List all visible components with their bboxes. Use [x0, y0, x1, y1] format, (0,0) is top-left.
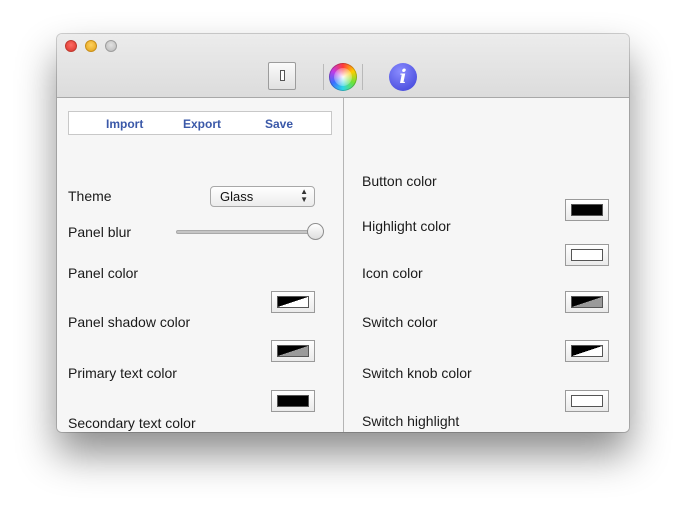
slider-track — [176, 230, 316, 234]
color-wheel-tab[interactable] — [323, 62, 363, 92]
toolbar-separator — [362, 64, 363, 90]
secondary-text-color-label: Secondary text color — [68, 415, 196, 431]
highlight-color-label: Highlight color — [362, 218, 451, 234]
switch-highlight-label: Switch highlight — [362, 413, 460, 429]
color-wheel-icon — [329, 63, 357, 91]
swatch-fill — [571, 345, 603, 357]
swatch-fill — [571, 204, 603, 216]
switch-knob-color-label: Switch knob color — [362, 365, 472, 381]
swatch-fill — [277, 296, 309, 308]
highlight-color-swatch[interactable] — [565, 244, 609, 266]
zoom-button[interactable] — [105, 40, 117, 52]
icon-color-swatch[interactable] — [565, 291, 609, 313]
preferences-window: i Import Export Save Theme Glass ▲ ▼ Pane… — [57, 34, 629, 432]
switch-knob-icon — [280, 70, 285, 81]
swatch-fill — [571, 249, 603, 261]
button-color-label: Button color — [362, 173, 437, 189]
panel-blur-slider[interactable] — [176, 222, 328, 242]
panel-blur-label: Panel blur — [68, 224, 132, 240]
toolbar-separator — [323, 64, 324, 90]
panel-color-label: Panel color — [68, 265, 139, 281]
import-button[interactable]: Import — [106, 117, 143, 131]
info-icon[interactable]: i — [389, 63, 417, 91]
button-color-swatch[interactable] — [565, 199, 609, 221]
title-bar: i — [57, 34, 629, 98]
theme-select-value: Glass — [220, 189, 254, 204]
panel-color-swatch[interactable] — [271, 291, 315, 313]
primary-text-color-swatch[interactable] — [271, 390, 315, 412]
swatch-fill — [277, 345, 309, 357]
swatch-fill — [571, 296, 603, 308]
select-arrows-icon: ▲ ▼ — [300, 187, 308, 204]
swatch-fill — [277, 395, 309, 407]
panel-divider — [343, 98, 344, 432]
export-button[interactable]: Export — [183, 117, 221, 131]
save-button[interactable]: Save — [265, 117, 293, 131]
icon-color-label: Icon color — [362, 265, 423, 281]
panel-shadow-color-swatch[interactable] — [271, 340, 315, 362]
switch-knob-color-swatch[interactable] — [565, 390, 609, 412]
close-button[interactable] — [65, 40, 77, 52]
switch-color-swatch[interactable] — [565, 340, 609, 362]
import-export-bar: Import Export Save — [68, 111, 332, 135]
theme-label: Theme — [68, 188, 112, 204]
panel-shadow-color-label: Panel shadow color — [68, 314, 191, 330]
content-area: Import Export Save Theme Glass ▲ ▼ Panel … — [57, 98, 629, 432]
switch-icon[interactable] — [268, 62, 296, 90]
slider-thumb[interactable] — [307, 223, 324, 240]
switch-color-label: Switch color — [362, 314, 438, 330]
swatch-fill — [571, 395, 603, 407]
minimize-button[interactable] — [85, 40, 97, 52]
primary-text-color-label: Primary text color — [68, 365, 177, 381]
theme-select[interactable]: Glass ▲ ▼ — [210, 186, 315, 207]
